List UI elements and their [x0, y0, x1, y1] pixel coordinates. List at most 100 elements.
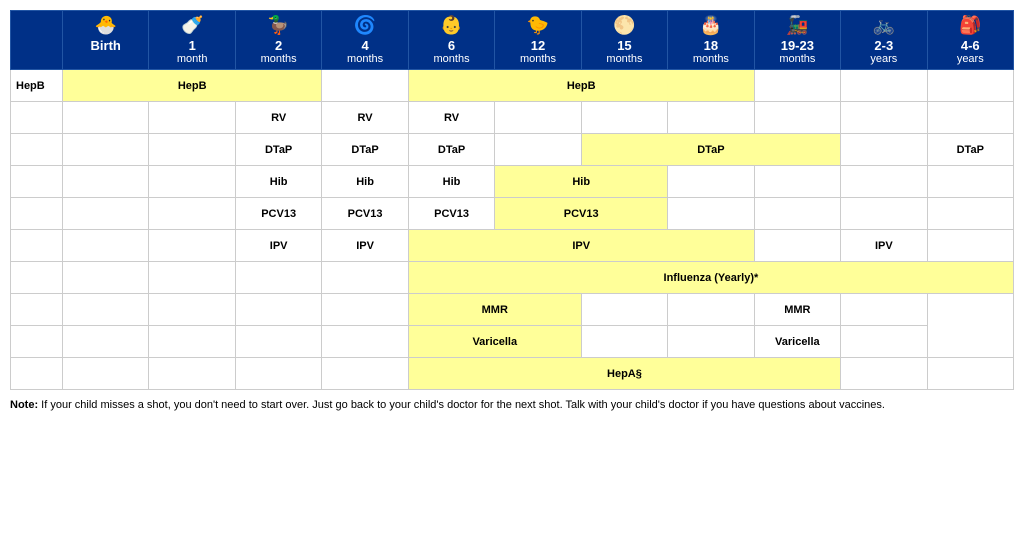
header-age-4: 🌀 4months [322, 11, 408, 70]
header-age-sub-3: months [325, 53, 404, 65]
vaccine-schedule-table: 🐣Birth🍼1month🦆2months🌀4months👶6months🐤12… [10, 10, 1014, 390]
header-age-19-23: 🚂19-23months [754, 11, 840, 70]
vaccine-cell-9 [927, 198, 1013, 230]
vaccine-cell-5 [581, 294, 667, 326]
vaccine-cell-1 [149, 230, 235, 262]
vaccine-cell-0 [63, 166, 149, 198]
vaccine-cell-5 [754, 230, 840, 262]
vaccine-cell-0 [63, 326, 149, 358]
vaccine-cell-2: PCV13 [235, 198, 321, 230]
vaccine-cell-7: MMR [754, 294, 840, 326]
header-age-number-3: 4 [325, 38, 404, 53]
vaccine-cell-7 [754, 166, 840, 198]
vaccine-cell-2 [235, 358, 321, 390]
header-age-number-6: 15 [585, 38, 664, 53]
header-age-sub-7: months [671, 53, 750, 65]
vaccine-cell-1 [149, 102, 235, 134]
vaccine-cell-2: Hib [235, 166, 321, 198]
vaccine-cell-2 [235, 294, 321, 326]
table-row: HepA§ [11, 358, 1014, 390]
header-icon-0: 🐣 [66, 15, 145, 36]
vaccine-cell-4: Hib [408, 166, 494, 198]
vaccine-cell-0: HepB [63, 70, 322, 102]
table-row: VaricellaVaricella [11, 326, 1014, 358]
vaccine-cell-0 [63, 198, 149, 230]
vaccine-cell-3: RV [322, 102, 408, 134]
vaccine-cell-8: DTaP [927, 134, 1013, 166]
header-icon-1: 🍼 [152, 15, 231, 36]
header-icon-10: 🎒 [931, 15, 1010, 36]
vaccine-cell-1 [322, 70, 408, 102]
header-icon-8: 🚂 [758, 15, 837, 36]
vaccine-cell-1 [149, 262, 235, 294]
vaccine-cell-4: PCV13 [408, 198, 494, 230]
vaccine-cell-3: DTaP [322, 134, 408, 166]
vaccine-cell-4: Varicella [408, 326, 581, 358]
header-icon-7: 🎂 [671, 15, 750, 36]
table-body: HepBHepBHepBRVRVRVDTaPDTaPDTaPDTaPDTaPHi… [11, 70, 1014, 390]
vaccine-cell-6: IPV [841, 230, 927, 262]
header-age-Birth: 🐣 Birth [63, 11, 149, 70]
vaccine-cell-4: Influenza (Yearly)* [408, 262, 1013, 294]
vaccine-label [11, 262, 63, 294]
vaccine-cell-9 [927, 166, 1013, 198]
vaccine-cell-6 [668, 294, 754, 326]
vaccine-cell-2 [235, 262, 321, 294]
header-age-sub-5: months [498, 53, 577, 65]
vaccine-label [11, 166, 63, 198]
vaccine-cell-4: IPV [408, 230, 754, 262]
vaccine-cell-7 [754, 198, 840, 230]
vaccine-cell-3: IPV [322, 230, 408, 262]
vaccine-cell-1 [149, 166, 235, 198]
vaccine-cell-0 [63, 134, 149, 166]
vaccine-cell-4: RV [408, 102, 494, 134]
vaccine-cell-0 [63, 102, 149, 134]
vaccine-cell-6 [927, 358, 1013, 390]
header-label-col [11, 11, 63, 70]
vaccine-cell-1 [149, 294, 235, 326]
vaccine-cell-8 [841, 326, 927, 358]
vaccine-cell-1 [149, 326, 235, 358]
header-age-sub-2: months [239, 53, 318, 65]
vaccine-cell-4: HepA§ [408, 358, 840, 390]
table-row: MMR MMR [11, 294, 1014, 326]
vaccine-cell-7 [668, 102, 754, 134]
vaccine-cell-1 [149, 134, 235, 166]
header-age-sub-9: years [844, 53, 923, 65]
vaccine-cell-6 [668, 326, 754, 358]
vaccine-cell-3 [322, 358, 408, 390]
header-age-number-9: 2-3 [844, 38, 923, 53]
vaccine-cell-0 [63, 262, 149, 294]
vaccine-cell-8 [841, 294, 927, 326]
vaccine-cell-5 [495, 102, 581, 134]
vaccine-cell-4: MMR [408, 294, 581, 326]
header-icon-6: 🌕 [585, 15, 664, 36]
header-age-15: 🌕15months [581, 11, 667, 70]
header-age-number-0: Birth [66, 38, 145, 53]
vaccine-cell-2: RV [235, 102, 321, 134]
table-row: PCV13PCV13PCV13PCV13 [11, 198, 1014, 230]
header-age-6: 👶6months [408, 11, 494, 70]
header-age-sub-10: years [931, 53, 1010, 65]
vaccine-cell-6 [668, 166, 754, 198]
vaccine-label [11, 230, 63, 262]
vaccine-cell-0 [63, 230, 149, 262]
vaccine-cell-10 [927, 102, 1013, 134]
vaccine-cell-3 [322, 262, 408, 294]
vaccine-label: HepB [11, 70, 63, 102]
header-icon-5: 🐤 [498, 15, 577, 36]
vaccine-cell-5 [495, 134, 581, 166]
table-row: HepBHepBHepB [11, 70, 1014, 102]
vaccine-label [11, 134, 63, 166]
header-age-sub-1: month [152, 53, 231, 65]
vaccine-cell-8 [754, 102, 840, 134]
vaccine-cell-6: DTaP [581, 134, 840, 166]
header-icon-3: 🌀 [325, 15, 404, 36]
table-row: DTaPDTaPDTaPDTaPDTaP [11, 134, 1014, 166]
table-row: HibHibHibHib [11, 166, 1014, 198]
vaccine-cell-5 [841, 358, 927, 390]
vaccine-label [11, 102, 63, 134]
vaccine-label [11, 326, 63, 358]
vaccine-cell-9 [841, 102, 927, 134]
vaccine-cell-2: IPV [235, 230, 321, 262]
